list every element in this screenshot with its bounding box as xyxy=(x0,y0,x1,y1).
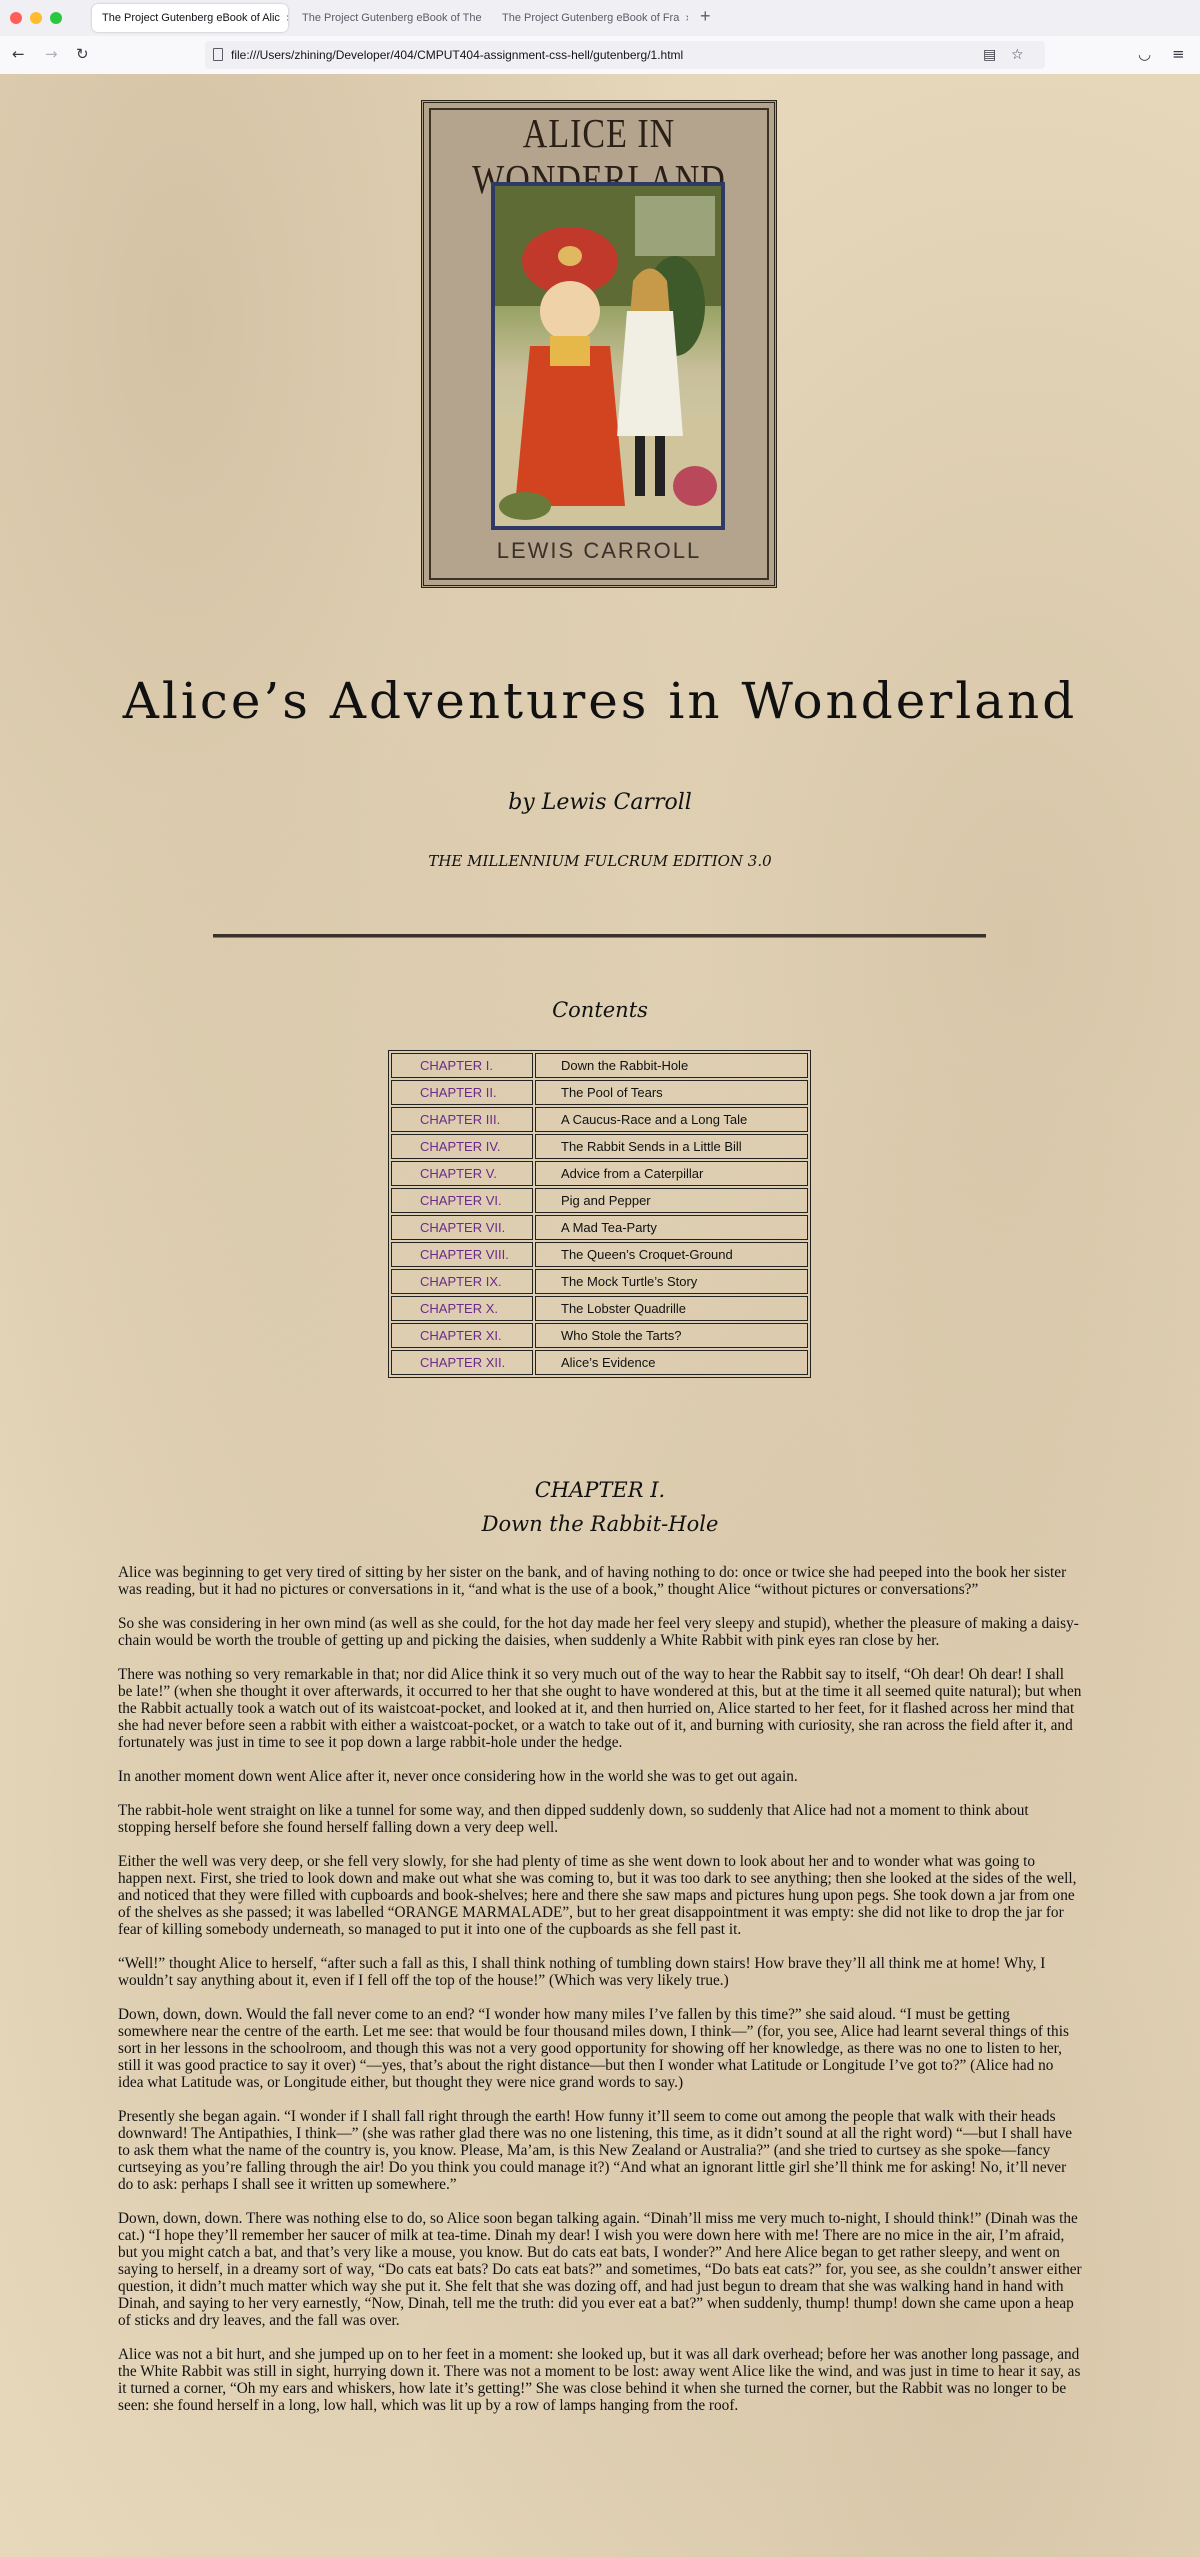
contents-row: CHAPTER VI. Pig and Pepper xyxy=(391,1188,808,1213)
chapter-title: Down the Rabbit-Hole xyxy=(481,1512,719,1536)
page-content: ALICE IN WONDERLAND LEWIS CARROLL Alice’… xyxy=(0,74,1200,2557)
contents-row: CHAPTER IX. The Mock Turtle’s Story xyxy=(391,1269,808,1294)
paragraph: Presently she began again. “I wonder if … xyxy=(118,2108,1073,2193)
paragraph: There was nothing so very remarkable in … xyxy=(118,1666,1082,1751)
pocket-icon[interactable]: ◡ xyxy=(1138,45,1151,63)
chapter-name: A Caucus-Race and a Long Tale xyxy=(535,1107,808,1132)
window-minimize-button[interactable] xyxy=(30,12,42,24)
forward-arrow-icon[interactable]: → xyxy=(45,45,58,63)
chapter-link[interactable]: CHAPTER VIII. xyxy=(391,1242,533,1267)
contents-row: CHAPTER XI. Who Stole the Tarts? xyxy=(391,1323,808,1348)
tab-label: The Project Gutenberg eBook of Fra xyxy=(502,12,680,24)
contents-row: CHAPTER III. A Caucus-Race and a Long Tal… xyxy=(391,1107,808,1132)
chapter-link[interactable]: CHAPTER V. xyxy=(391,1161,533,1186)
menu-icon[interactable]: ≡ xyxy=(1172,45,1185,63)
tab-1[interactable]: The Project Gutenberg eBook of Alic × xyxy=(92,4,288,32)
cover-author: LEWIS CARROLL xyxy=(496,538,702,563)
window-close-button[interactable] xyxy=(10,12,22,24)
book-byline: by Lewis Carroll xyxy=(508,790,692,815)
contents-row: CHAPTER VIII. The Queen’s Croquet-Ground xyxy=(391,1242,808,1267)
paragraph: In another moment down went Alice after … xyxy=(118,1768,798,1785)
tab-label: The Project Gutenberg eBook of Alic xyxy=(102,12,280,24)
chapter-number: CHAPTER I. xyxy=(534,1478,666,1502)
illustration-svg xyxy=(495,186,721,526)
reload-icon[interactable]: ↻ xyxy=(76,45,89,63)
chapter-name: Alice’s Evidence xyxy=(535,1350,808,1375)
contents-table: CHAPTER I. Down the Rabbit-Hole CHAPTER II… xyxy=(388,1050,811,1378)
url-text: file:///Users/zhining/Developer/404/CMPU… xyxy=(231,48,684,62)
chapter-text: Alice was beginning to get very tired of… xyxy=(118,1564,1082,2431)
chapter-link[interactable]: CHAPTER IX. xyxy=(391,1269,533,1294)
chapter-name: The Rabbit Sends in a Little Bill xyxy=(535,1134,808,1159)
chapter-link[interactable]: CHAPTER IV. xyxy=(391,1134,533,1159)
book-edition: THE MILLENNIUM FULCRUM EDITION 3.0 xyxy=(428,852,772,870)
tab-label: The Project Gutenberg eBook of The xyxy=(302,12,482,24)
chapter-name: Down the Rabbit-Hole xyxy=(535,1053,808,1078)
cover-frame: ALICE IN WONDERLAND LEWIS CARROLL xyxy=(429,108,769,580)
window-zoom-button[interactable] xyxy=(50,12,62,24)
tab-bar: The Project Gutenberg eBook of Alic × Th… xyxy=(0,0,1200,36)
chapter-link[interactable]: CHAPTER VI. xyxy=(391,1188,533,1213)
paragraph: Alice was not a bit hurt, and she jumped… xyxy=(118,2346,1081,2414)
horizontal-rule xyxy=(213,934,986,938)
tab-3[interactable]: The Project Gutenberg eBook of Fra × xyxy=(492,4,688,32)
contents-row: CHAPTER V. Advice from a Caterpillar xyxy=(391,1161,808,1186)
contents-row: CHAPTER II. The Pool of Tears xyxy=(391,1080,808,1105)
close-icon[interactable]: × xyxy=(286,11,288,25)
nav-bar: ← → ↻ file:///Users/zhining/Developer/40… xyxy=(0,36,1200,75)
chapter-link[interactable]: CHAPTER VII. xyxy=(391,1215,533,1240)
contents-row: CHAPTER XII. Alice’s Evidence xyxy=(391,1350,808,1375)
contents-row: CHAPTER IV. The Rabbit Sends in a Little … xyxy=(391,1134,808,1159)
chapter-link[interactable]: CHAPTER XI. xyxy=(391,1323,533,1348)
paragraph: “Well!” thought Alice to herself, “after… xyxy=(118,1955,1046,1989)
new-tab-button[interactable]: + xyxy=(700,6,711,27)
chapter-link[interactable]: CHAPTER X. xyxy=(391,1296,533,1321)
reader-view-icon[interactable]: ▤ xyxy=(983,47,996,63)
chapter-link[interactable]: CHAPTER I. xyxy=(391,1053,533,1078)
tab-2[interactable]: The Project Gutenberg eBook of The × xyxy=(292,4,488,32)
book-title: Alice’s Adventures in Wonderland xyxy=(122,672,1078,730)
contents-heading: Contents xyxy=(552,998,648,1022)
paragraph: So she was considering in her own mind (… xyxy=(118,1615,1079,1649)
chapter-link[interactable]: CHAPTER III. xyxy=(391,1107,533,1132)
contents-row: CHAPTER I. Down the Rabbit-Hole xyxy=(391,1053,808,1078)
contents-row: CHAPTER VII. A Mad Tea-Party xyxy=(391,1215,808,1240)
paragraph: The rabbit-hole went straight on like a … xyxy=(118,1802,1029,1836)
chapter-link[interactable]: CHAPTER XII. xyxy=(391,1350,533,1375)
chapter-name: The Mock Turtle’s Story xyxy=(535,1269,808,1294)
paragraph: Down, down, down. Would the fall never c… xyxy=(118,2006,1069,2091)
close-icon[interactable]: × xyxy=(685,11,688,25)
chapter-name: Advice from a Caterpillar xyxy=(535,1161,808,1186)
paragraph: Either the well was very deep, or she fe… xyxy=(118,1853,1077,1938)
page-icon xyxy=(213,48,223,61)
cover-image: ALICE IN WONDERLAND LEWIS CARROLL xyxy=(421,100,777,588)
chapter-name: Pig and Pepper xyxy=(535,1188,808,1213)
address-bar[interactable]: file:///Users/zhining/Developer/404/CMPU… xyxy=(205,41,1045,69)
paragraph: Down, down, down. There was nothing else… xyxy=(118,2210,1082,2329)
bookmark-star-icon[interactable]: ☆ xyxy=(1011,47,1024,63)
chapter-name: A Mad Tea-Party xyxy=(535,1215,808,1240)
chapter-link[interactable]: CHAPTER II. xyxy=(391,1080,533,1105)
chapter-name: The Lobster Quadrille xyxy=(535,1296,808,1321)
paragraph: Alice was beginning to get very tired of… xyxy=(118,1564,1067,1598)
chapter-name: The Pool of Tears xyxy=(535,1080,808,1105)
chapter-name: The Queen’s Croquet-Ground xyxy=(535,1242,808,1267)
cover-illustration xyxy=(491,182,725,530)
chapter-name: Who Stole the Tarts? xyxy=(535,1323,808,1348)
back-arrow-icon[interactable]: ← xyxy=(12,45,25,63)
contents-row: CHAPTER X. The Lobster Quadrille xyxy=(391,1296,808,1321)
